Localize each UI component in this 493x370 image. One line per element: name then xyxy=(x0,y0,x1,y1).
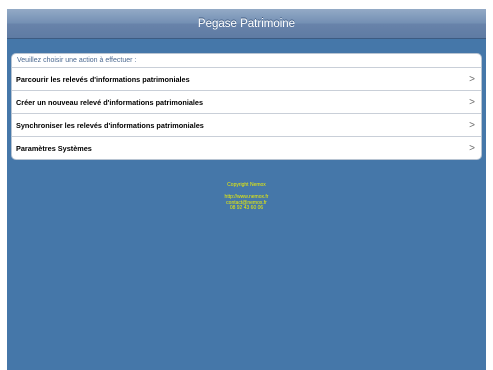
chevron-right-icon: > xyxy=(469,119,475,131)
chevron-right-icon: > xyxy=(469,142,475,154)
menu-item-label: Synchroniser les relevés d'informations … xyxy=(16,120,204,130)
menu-item-label: Créer un nouveau relevé d'informations p… xyxy=(16,97,204,107)
menu-item-label: Paramètres Systèmes xyxy=(16,143,92,153)
menu-item-browse-records[interactable]: Parcourir les relevés d'informations pat… xyxy=(12,68,481,91)
menu-item-label: Parcourir les relevés d'informations pat… xyxy=(16,74,190,84)
title-bar: Pegase Patrimoine xyxy=(7,9,486,39)
chevron-right-icon: > xyxy=(469,73,475,85)
menu-item-system-settings[interactable]: Paramètres Systèmes > xyxy=(12,137,481,159)
footer: Copyright Nemox http://www.nemox.fr cont… xyxy=(7,182,486,212)
menu-item-create-record[interactable]: Créer un nouveau relevé d'informations p… xyxy=(12,91,481,114)
menu-item-sync-records[interactable]: Synchroniser les relevés d'informations … xyxy=(12,114,481,137)
phone-number: 08 92 43 60 06 xyxy=(229,205,264,212)
app-window: Pegase Patrimoine Veuillez choisir une a… xyxy=(7,9,486,370)
chevron-right-icon: > xyxy=(469,96,475,108)
page-title: Pegase Patrimoine xyxy=(197,17,296,30)
menu-prompt: Veuillez choisir une action à effectuer … xyxy=(12,54,481,68)
action-menu: Veuillez choisir une action à effectuer … xyxy=(11,53,482,160)
